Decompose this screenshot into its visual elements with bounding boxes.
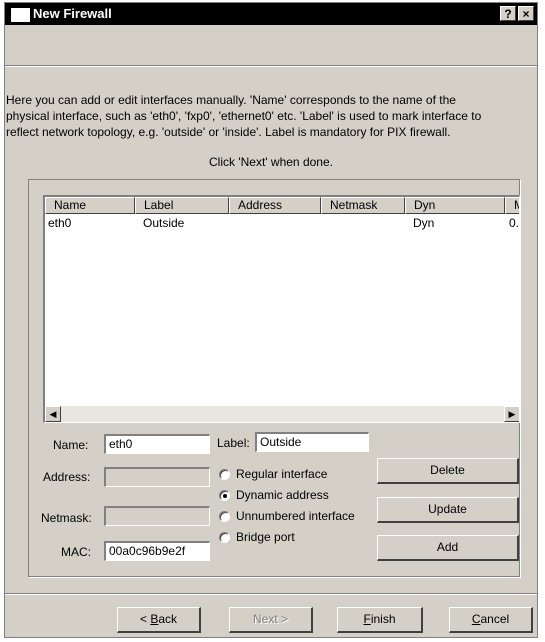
finish-button[interactable]: Finish	[337, 607, 423, 633]
name-label: Name:	[53, 438, 89, 452]
scroll-right-icon[interactable]: ▶	[504, 406, 519, 422]
cancel-rest: ancel	[480, 612, 510, 626]
click-next-hint: Click 'Next' when done.	[209, 155, 333, 169]
new-firewall-dialog: New Firewall ? × Here you can add or edi…	[4, 2, 538, 638]
instructions-text: Here you can add or edit interfaces manu…	[5, 92, 538, 140]
radio-label: Regular interface	[236, 467, 328, 481]
radio-label: Bridge port	[236, 530, 295, 544]
next-button[interactable]: Next >	[229, 607, 313, 633]
radio-label: Unnumbered interface	[236, 509, 355, 523]
scroll-left-icon[interactable]: ◀	[45, 406, 61, 422]
radio-label: Dynamic address	[236, 488, 329, 502]
window-icon	[11, 8, 30, 22]
list-header: Name Label Address Netmask Dyn M	[45, 197, 519, 214]
add-button[interactable]: Add	[377, 535, 519, 561]
instructions-line: reflect network topology, e.g. 'outside'…	[6, 125, 451, 139]
column-header-m[interactable]: M	[505, 197, 519, 214]
back-button[interactable]: < Back	[117, 607, 201, 633]
cell-label: Outside	[143, 216, 185, 230]
top-divider	[5, 65, 537, 67]
column-header-label[interactable]: Label	[135, 197, 229, 214]
radio-button[interactable]	[219, 511, 230, 522]
help-button[interactable]: ?	[500, 6, 516, 21]
back-rest: ack	[158, 612, 178, 626]
address-label: Address:	[43, 470, 91, 484]
netmask-label: Netmask:	[41, 511, 92, 525]
column-header-address[interactable]: Address	[229, 197, 321, 214]
mac-input[interactable]: 00a0c96b9e2f	[104, 541, 210, 561]
title-bar[interactable]: New Firewall ? ×	[5, 3, 537, 25]
table-row[interactable]: eth0 Outside Dyn 0..	[45, 216, 520, 232]
finish-mnemonic: F	[363, 612, 371, 626]
label-input[interactable]: Outside	[255, 432, 369, 452]
instructions-line: physical interface, such as 'eth0', 'fxp…	[6, 109, 482, 123]
radio-button[interactable]	[219, 532, 230, 543]
address-input[interactable]	[104, 467, 210, 487]
column-header-dyn[interactable]: Dyn	[405, 197, 505, 214]
interfaces-list[interactable]: Name Label Address Netmask Dyn M eth0 Ou…	[43, 195, 520, 423]
radio-button[interactable]	[219, 490, 230, 501]
instructions-line: Here you can add or edit interfaces manu…	[6, 93, 456, 107]
column-header-netmask[interactable]: Netmask	[321, 197, 405, 214]
window-title: New Firewall	[33, 6, 112, 21]
label-label: Label:	[217, 436, 250, 450]
column-header-name[interactable]: Name	[45, 197, 135, 214]
cell-m: 0..	[509, 216, 520, 230]
bottom-divider	[5, 593, 537, 595]
cell-dyn: Dyn	[413, 216, 435, 230]
close-button[interactable]: ×	[518, 6, 534, 21]
update-button[interactable]: Update	[377, 497, 519, 523]
cell-name: eth0	[48, 216, 72, 230]
netmask-input[interactable]	[104, 506, 210, 526]
cancel-button[interactable]: Cancel	[449, 607, 533, 633]
horizontal-scrollbar[interactable]: ◀ ▶	[45, 406, 519, 422]
finish-rest: inish	[370, 612, 396, 626]
mac-label: MAC:	[61, 545, 91, 559]
name-input[interactable]: eth0	[104, 434, 210, 454]
back-prefix: <	[139, 612, 151, 626]
delete-button[interactable]: Delete	[377, 458, 519, 484]
radio-button[interactable]	[219, 469, 230, 480]
